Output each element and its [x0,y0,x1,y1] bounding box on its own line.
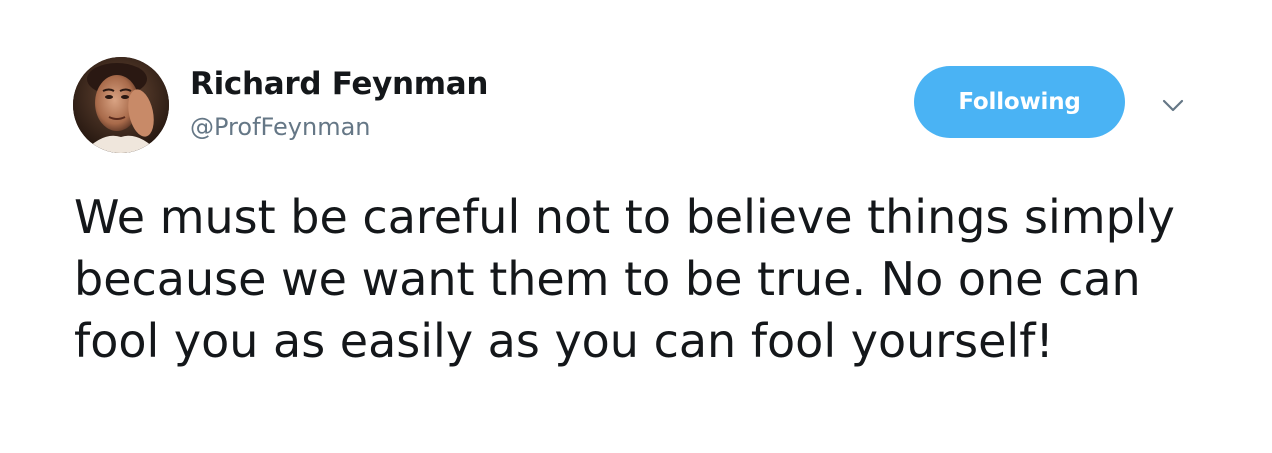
following-button[interactable]: Following [914,66,1125,138]
avatar[interactable] [73,57,169,153]
author-handle[interactable]: @ProfFeynman [190,110,371,144]
tweet-card: Richard Feynman @ProfFeynman Following W… [0,0,1272,453]
tweet-text: We must be careful not to believe things… [74,190,1175,368]
chevron-down-icon[interactable] [1160,92,1186,118]
author-display-name[interactable]: Richard Feynman [190,64,488,104]
avatar-portrait [73,57,169,153]
